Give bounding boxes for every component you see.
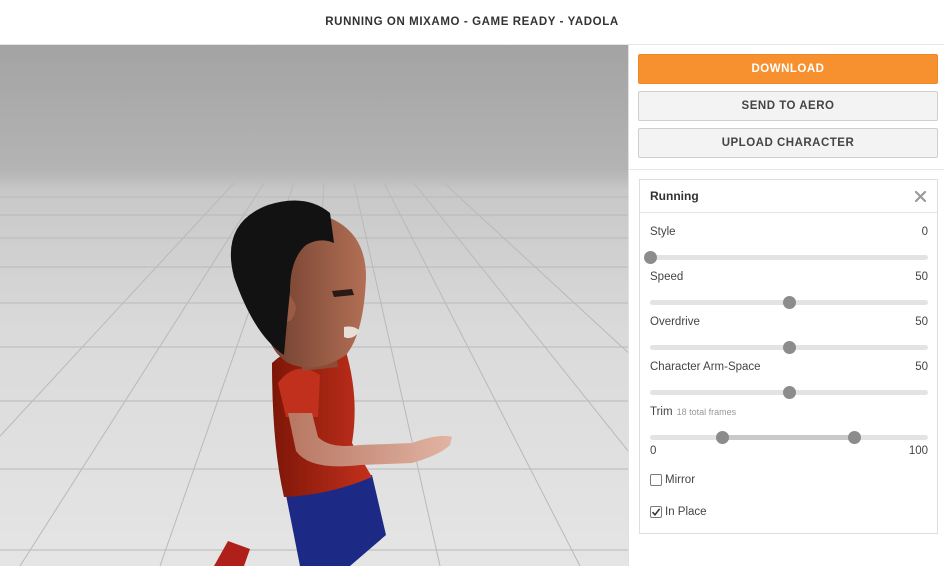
arm-space-slider[interactable] [650,386,928,399]
overdrive-param: Overdrive 50 [650,315,928,354]
arm-space-param: Character Arm-Space 50 [650,360,928,399]
speed-slider-thumb[interactable] [782,296,796,309]
mirror-option[interactable]: Mirror [650,474,695,486]
style-param: Style 0 [643,225,928,264]
in-place-checkbox[interactable] [650,506,662,518]
character-model [214,200,452,566]
divider [629,169,944,170]
style-label: Style [650,226,676,238]
animation-title: Running [650,189,699,203]
arm-space-value: 50 [915,361,928,373]
in-place-option[interactable]: In Place [650,506,707,518]
3d-viewport[interactable] [0,45,628,566]
trim-range-slider[interactable] [650,431,928,444]
style-slider[interactable] [643,251,928,264]
trim-start-thumb[interactable] [715,431,729,444]
speed-value: 50 [915,271,928,283]
scene-canvas [0,182,628,566]
trim-label: Trim [650,406,673,418]
checkmark-icon [651,508,661,517]
speed-label: Speed [650,271,684,283]
download-button[interactable]: DOWNLOAD [638,54,938,84]
arm-space-slider-thumb[interactable] [782,386,796,399]
page-title: RUNNING ON MIXAMO - GAME READY - YADOLA [325,16,619,28]
trim-end-thumb[interactable] [847,431,861,444]
trim-param: Trim 18 total frames [650,405,928,444]
trim-scale: 0 100 [650,445,928,457]
overdrive-label: Overdrive [650,316,700,328]
overdrive-value: 50 [915,316,928,328]
mirror-label: Mirror [665,474,696,486]
animation-settings-card: Running Style 0 Speed 50 Overdrive 50 Ch… [639,179,938,534]
close-icon[interactable] [913,189,927,203]
mirror-checkbox[interactable] [650,474,662,486]
trim-min-label: 0 [650,445,657,457]
trim-frames-note: 18 total frames [676,407,737,417]
side-panel: DOWNLOAD SEND TO AERO UPLOAD CHARACTER R… [628,45,944,566]
overdrive-slider[interactable] [650,341,928,354]
in-place-label: In Place [665,506,707,518]
speed-param: Speed 50 [650,270,928,309]
arm-space-label: Character Arm-Space [650,361,761,373]
speed-slider[interactable] [650,296,928,309]
top-bar: RUNNING ON MIXAMO - GAME READY - YADOLA [0,0,944,45]
trim-range-fill [722,435,855,440]
trim-max-label: 100 [908,445,928,457]
send-to-aero-button[interactable]: SEND TO AERO [638,91,938,121]
style-slider-thumb[interactable] [643,251,657,264]
card-header: Running [640,180,937,213]
upload-character-button[interactable]: UPLOAD CHARACTER [638,128,938,158]
style-value: 0 [921,226,928,238]
overdrive-slider-thumb[interactable] [782,341,796,354]
